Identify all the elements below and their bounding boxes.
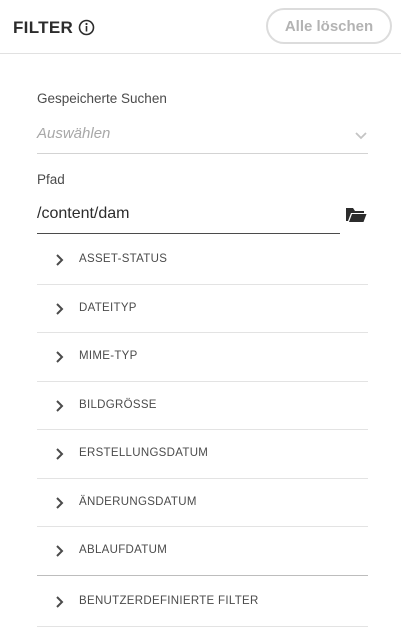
- saved-searches-placeholder: Auswählen: [37, 125, 111, 142]
- filter-item-label: BILDGRÖSSE: [79, 398, 157, 411]
- saved-searches-select[interactable]: Auswählen: [37, 116, 368, 154]
- folder-open-icon[interactable]: [345, 205, 367, 223]
- chevron-right-icon: [56, 351, 64, 363]
- chevron-right-icon: [56, 545, 64, 557]
- filter-header: FILTER Alle löschen: [0, 0, 401, 54]
- filter-item-label: MIME-TYP: [79, 350, 138, 362]
- filter-item-image-size[interactable]: BILDGRÖSSE: [37, 382, 368, 430]
- chevron-right-icon: [56, 448, 64, 460]
- filter-item-label: ASSET-STATUS: [79, 253, 168, 265]
- chevron-right-icon: [56, 254, 64, 266]
- chevron-right-icon: [56, 399, 64, 412]
- clear-all-button[interactable]: Alle löschen: [266, 8, 392, 44]
- path-field: [37, 194, 368, 235]
- chevron-down-icon: [355, 132, 367, 140]
- filter-item-label: ÄNDERUNGSDATUM: [79, 495, 197, 508]
- filter-item-creation-date[interactable]: ERSTELLUNGSDATUM: [37, 430, 368, 479]
- filter-item-label: ABLAUFDATUM: [79, 544, 168, 556]
- filter-item-modified-date[interactable]: ÄNDERUNGSDATUM: [37, 479, 368, 527]
- filter-item-label: ERSTELLUNGSDATUM: [79, 447, 209, 459]
- saved-searches-label: Gespeicherte Suchen: [37, 91, 167, 106]
- chevron-right-icon: [56, 595, 64, 608]
- filter-item-label: BENUTZERDEFINIERTE FILTER: [79, 594, 259, 607]
- filter-accordion: ASSET-STATUS DATEITYP MIME-TYP BILDGRÖSS…: [37, 236, 368, 627]
- filter-item-file-type[interactable]: DATEITYP: [37, 285, 368, 333]
- filter-item-custom-filters[interactable]: BENUTZERDEFINIERTE FILTER: [37, 574, 368, 627]
- filter-item-asset-status[interactable]: ASSET-STATUS: [37, 236, 368, 285]
- panel-title: FILTER: [13, 18, 74, 37]
- path-input[interactable]: [37, 194, 340, 234]
- chevron-right-icon: [56, 496, 64, 509]
- info-icon[interactable]: [78, 19, 95, 36]
- filter-item-label: DATEITYP: [79, 301, 137, 314]
- filter-item-expiry-date[interactable]: ABLAUFDATUM: [37, 527, 368, 576]
- filter-item-mime-type[interactable]: MIME-TYP: [37, 333, 368, 382]
- path-label: Pfad: [37, 172, 65, 187]
- chevron-right-icon: [56, 302, 64, 315]
